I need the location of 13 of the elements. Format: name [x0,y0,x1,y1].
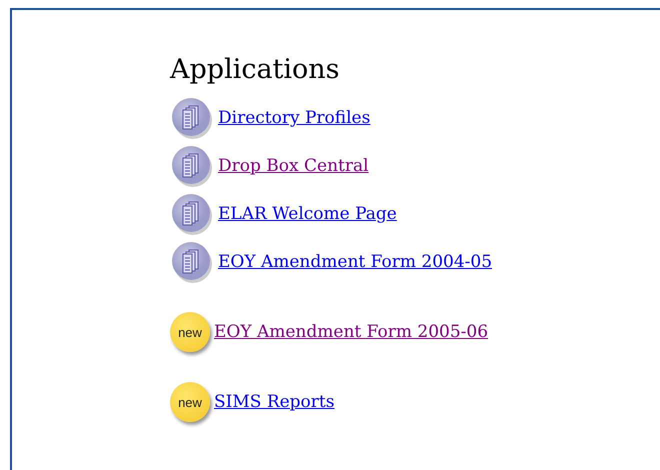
document-icon [170,144,214,188]
application-link[interactable]: Directory Profiles [218,106,370,132]
application-link[interactable]: EOY Amendment Form 2004-05 [218,250,492,276]
document-icon [170,192,214,236]
application-link[interactable]: ELAR Welcome Page [218,202,397,228]
application-link[interactable]: Drop Box Central [218,154,369,180]
new-badge: new [170,382,210,422]
document-icon [170,96,214,140]
application-link[interactable]: EOY Amendment Form 2005-06 [214,320,488,346]
section-heading: Applications [170,54,341,86]
application-link[interactable]: SIMS Reports [214,390,334,416]
document-icon [170,240,214,284]
new-badge: new [170,312,210,352]
